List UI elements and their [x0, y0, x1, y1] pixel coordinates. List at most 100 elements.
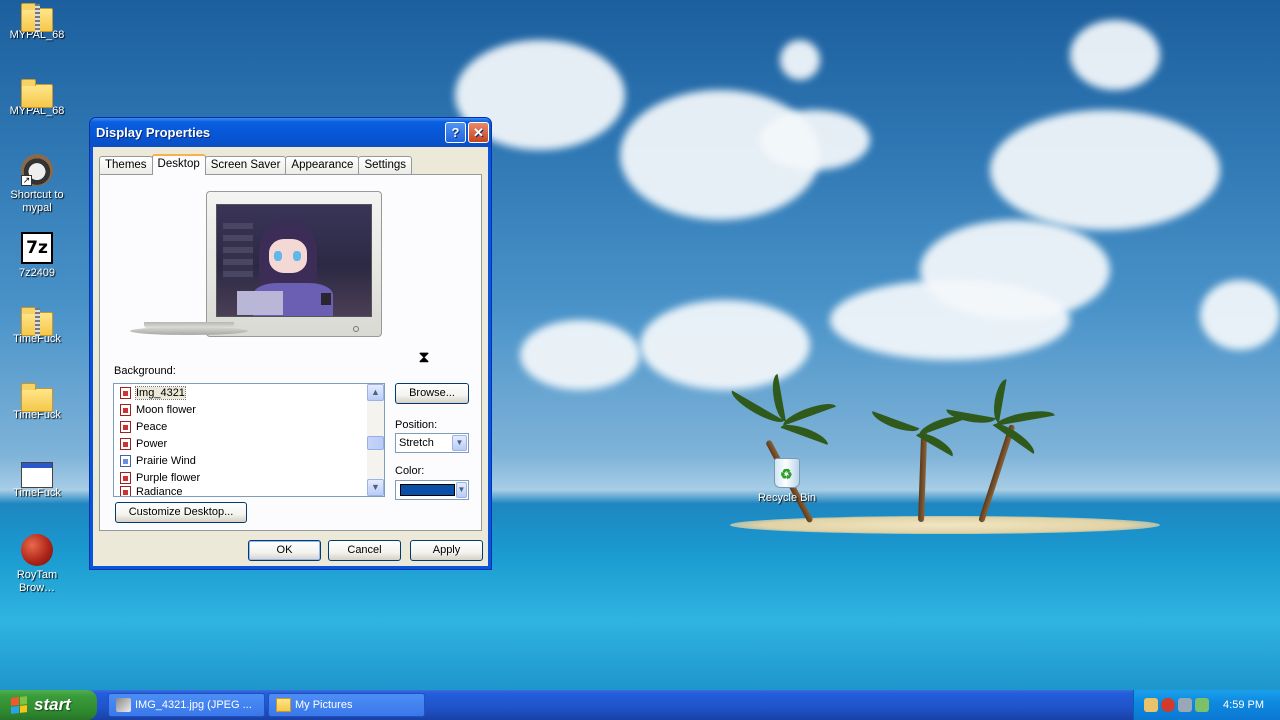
- zip-folder-icon: [21, 307, 53, 336]
- folder-icon: [276, 698, 291, 712]
- chevron-down-icon[interactable]: ▼: [452, 435, 467, 451]
- chevron-down-icon[interactable]: ▼: [456, 482, 467, 498]
- power-led-icon: [353, 326, 359, 332]
- windows-logo-icon: [11, 696, 27, 714]
- bitmap-file-icon: [120, 454, 131, 467]
- palm-frond: [780, 399, 836, 426]
- wallpaper-cloud: [760, 110, 870, 170]
- monitor-foot: [130, 327, 248, 335]
- desktop[interactable]: MYPAL_68 MYPAL_68 ↗ Shortcut to mypal 7z…: [0, 0, 1280, 690]
- settings-gear-icon[interactable]: [1178, 698, 1192, 712]
- wallpaper-cloud: [520, 320, 640, 390]
- desktop-icon-mypal-folder[interactable]: MYPAL_68: [2, 78, 72, 118]
- bitmap-file-icon: [120, 403, 131, 416]
- ok-button[interactable]: OK: [248, 540, 321, 561]
- desktop-icon-timefuck-folder[interactable]: TimeFuck: [2, 382, 72, 422]
- desktop-icon-label: TimeFuck: [13, 487, 61, 499]
- taskbar-item-my-pictures[interactable]: My Pictures: [268, 693, 425, 717]
- desktop-icon-timefuck-zip[interactable]: TimeFuck: [2, 306, 72, 346]
- application-window-icon: [21, 462, 53, 488]
- taskbar-item-label: My Pictures: [295, 699, 353, 711]
- browse-button[interactable]: Browse...: [395, 383, 469, 404]
- cancel-button[interactable]: Cancel: [328, 540, 401, 561]
- roytam-browser-icon: [21, 534, 53, 566]
- list-item[interactable]: Img_4321: [114, 384, 384, 401]
- image-viewer-icon: [116, 698, 131, 712]
- bitmap-file-icon: [120, 437, 131, 450]
- wallpaper-island: [730, 516, 1160, 534]
- start-button[interactable]: start: [0, 690, 97, 720]
- security-shield-icon[interactable]: [1161, 698, 1175, 712]
- desktop-icon-recycle-bin[interactable]: ♻ Recycle Bin: [752, 458, 822, 504]
- taskbar-item-label: IMG_4321.jpg (JPEG ...: [135, 699, 252, 711]
- palm-frond: [869, 411, 920, 436]
- scroll-thumb[interactable]: [367, 436, 384, 450]
- apply-button[interactable]: Apply: [410, 540, 483, 561]
- close-button[interactable]: ✕: [468, 122, 489, 143]
- background-listbox[interactable]: Img_4321 Moon flower Peace Power Prairie…: [113, 383, 385, 497]
- listbox-scrollbar[interactable]: ▲ ▼: [367, 384, 384, 496]
- palm-frond: [992, 418, 1039, 454]
- wallpaper-cloud: [1070, 20, 1160, 90]
- tab-settings[interactable]: Settings: [358, 156, 413, 174]
- position-dropdown[interactable]: Stretch ▼: [395, 433, 469, 453]
- bitmap-file-icon: [120, 386, 131, 399]
- tab-screen-saver[interactable]: Screen Saver: [204, 156, 287, 174]
- position-label: Position:: [395, 419, 438, 431]
- start-label: start: [34, 695, 71, 714]
- list-item[interactable]: Prairie Wind: [114, 452, 384, 469]
- desktop-icon-label: Shortcut to mypal: [10, 189, 64, 214]
- wallpaper-cloud: [990, 110, 1220, 230]
- color-picker-button[interactable]: ▼: [395, 480, 469, 500]
- tab-desktop[interactable]: Desktop: [151, 154, 206, 175]
- wallpaper-preview: [216, 204, 372, 317]
- safely-remove-hardware-icon[interactable]: [1195, 698, 1209, 712]
- clock[interactable]: 4:59 PM: [1223, 699, 1264, 711]
- display-properties-dialog: Display Properties ? ✕ Themes Desktop Sc…: [89, 117, 492, 570]
- customize-desktop-button[interactable]: Customize Desktop...: [115, 502, 247, 523]
- palm-frond: [780, 420, 831, 445]
- mypal-raccoon-icon: ↗: [21, 154, 53, 186]
- monitor-preview: [206, 191, 382, 337]
- palm-frond: [994, 407, 1055, 426]
- dialog-titlebar[interactable]: Display Properties ? ✕: [90, 118, 491, 147]
- shortcut-arrow-icon: ↗: [21, 175, 32, 186]
- tab-themes[interactable]: Themes: [99, 156, 153, 174]
- desktop-icon-roytam-browser[interactable]: RoyTam Brow…: [2, 534, 72, 595]
- taskbar-item-image-viewer[interactable]: IMG_4321.jpg (JPEG ...: [108, 693, 265, 717]
- list-item[interactable]: Power: [114, 435, 384, 452]
- desktop-icon-mypal-shortcut[interactable]: ↗ Shortcut to mypal: [2, 154, 72, 215]
- scroll-down-arrow-icon[interactable]: ▼: [367, 479, 384, 496]
- tab-appearance[interactable]: Appearance: [285, 156, 360, 174]
- position-value: Stretch: [399, 437, 434, 449]
- recycle-bin-icon: ♻: [774, 458, 800, 488]
- bitmap-file-icon: [120, 471, 131, 484]
- wallpaper-cloud: [780, 40, 820, 80]
- bitmap-file-icon: [120, 420, 131, 433]
- taskbar: start IMG_4321.jpg (JPEG ... My Pictures…: [0, 690, 1280, 720]
- palm-trunk: [918, 429, 928, 523]
- wallpaper-cloud: [640, 300, 810, 390]
- help-button[interactable]: ?: [445, 122, 466, 143]
- desktop-icon-label: RoyTam Brow…: [16, 569, 58, 594]
- color-swatch: [400, 484, 455, 496]
- desktop-icon-label: Recycle Bin: [757, 492, 817, 504]
- list-item[interactable]: Purple flower: [114, 469, 384, 486]
- folder-icon: [21, 383, 53, 412]
- background-label: Background:: [114, 365, 176, 377]
- desktop-icon-label: 7z2409: [18, 267, 56, 279]
- bitmap-file-icon: [120, 486, 131, 496]
- system-tray: 4:59 PM: [1133, 690, 1280, 720]
- list-item[interactable]: Radiance: [114, 486, 384, 496]
- list-item[interactable]: Moon flower: [114, 401, 384, 418]
- desktop-icon-7zip[interactable]: 7z 7z2409: [2, 232, 72, 280]
- scroll-up-arrow-icon[interactable]: ▲: [367, 384, 384, 401]
- desktop-icon-timefuck-app[interactable]: TimeFuck: [2, 458, 72, 500]
- zip-folder-icon: [21, 3, 53, 32]
- list-item[interactable]: Peace: [114, 418, 384, 435]
- network-icon[interactable]: [1144, 698, 1158, 712]
- desktop-icon-mypal-zip[interactable]: MYPAL_68: [2, 2, 72, 42]
- wallpaper-cloud: [1200, 280, 1280, 350]
- 7zip-icon: 7z: [21, 232, 53, 264]
- wallpaper-cloud: [830, 280, 1070, 360]
